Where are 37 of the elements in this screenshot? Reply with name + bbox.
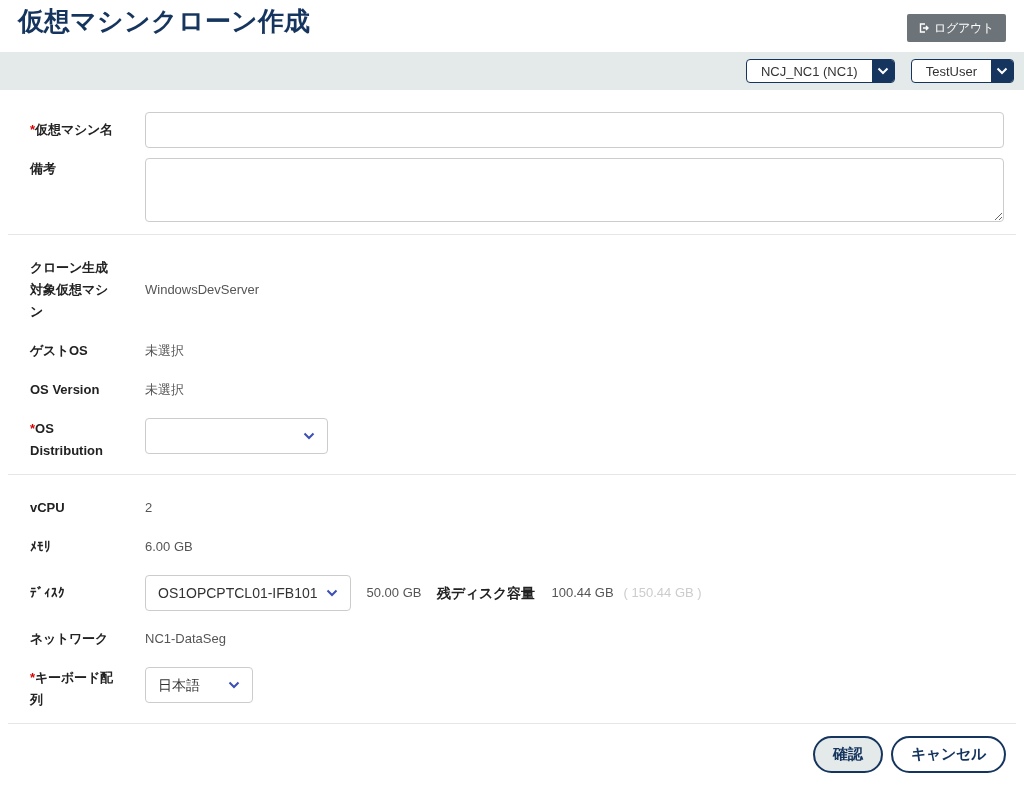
field-label: *OS Distribution (30, 420, 104, 460)
field-value: 未選択 (145, 381, 184, 399)
remaining-value: 100.44 GB (551, 584, 614, 602)
page-title: 仮想マシンクローン作成 (18, 6, 310, 38)
remaining-label: 残ディスク容量 (437, 583, 536, 603)
remarks-textarea[interactable] (145, 158, 1004, 222)
field-label: 備考 (30, 160, 57, 178)
field-label: *仮想マシン名 (30, 121, 115, 139)
logout-icon (919, 23, 929, 33)
dropdown-select[interactable] (145, 418, 328, 454)
context-select[interactable]: TestUser (910, 59, 1014, 83)
dropdown-select[interactable]: 日本語 (145, 667, 253, 703)
text-input-field[interactable] (145, 112, 1004, 148)
cancel-button[interactable]: キャンセル (891, 736, 1006, 773)
logout-button[interactable]: ログアウト (907, 14, 1006, 42)
chevron-down-icon (303, 432, 315, 440)
disk-size: 50.00 GB (366, 584, 422, 602)
field-value: 6.00 GB (145, 538, 193, 556)
confirm-button[interactable]: 確認 (813, 736, 883, 773)
field-value: WindowsDevServer (145, 281, 260, 299)
chevron-down-icon (996, 67, 1008, 75)
field-value: 未選択 (145, 342, 184, 360)
field-label: ﾒﾓﾘ (30, 538, 52, 556)
field-value: 2 (145, 499, 153, 517)
field-value: NC1-DataSeg (145, 630, 226, 648)
field-label: クローン生成対象仮想マシン (30, 259, 109, 321)
field-label: ﾃﾞｨｽｸ (30, 584, 66, 602)
context-select[interactable]: NCJ_NC1 (NC1) (745, 59, 895, 83)
disk-select[interactable]: OS1OPCPTCL01-IFB101 (145, 575, 351, 611)
field-label: vCPU (30, 499, 66, 517)
chevron-down-icon (325, 589, 338, 597)
field-label: *キーボード配列 (30, 669, 115, 709)
field-label: ゲストOS (30, 342, 89, 360)
chevron-down-icon (876, 67, 889, 75)
chevron-down-icon (228, 681, 240, 689)
field-label: OS Version (30, 381, 101, 399)
field-label: ネットワーク (30, 630, 109, 648)
